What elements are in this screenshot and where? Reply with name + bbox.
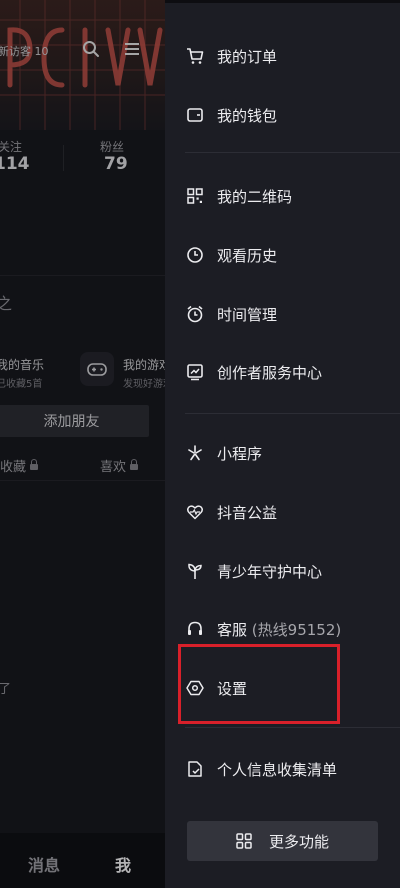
- highlight-box: [178, 644, 340, 724]
- chart-icon: [186, 363, 204, 381]
- overlay-dim[interactable]: [0, 0, 165, 888]
- menu-item-label: 我的二维码: [217, 187, 293, 206]
- separator: [185, 152, 400, 153]
- more-functions-label: 更多功能: [269, 833, 330, 851]
- menu-item-label: 个人信息收集清单: [217, 760, 338, 779]
- side-drawer: 我的订单 我的钱包 我的二维码 观看历史 时间管理 创作者服务中心 小程序 抖音…: [165, 0, 400, 888]
- menu-item-label: 小程序: [217, 444, 263, 463]
- menu-item-personal-info-list[interactable]: 个人信息收集清单: [165, 749, 400, 789]
- menu-item-label: 客服 (热线95152): [217, 619, 341, 640]
- alarm-icon: [186, 305, 204, 323]
- sprout-icon: [186, 562, 204, 580]
- menu-item-qrcode[interactable]: 我的二维码: [165, 176, 400, 216]
- headset-icon: [186, 620, 204, 638]
- clock-icon: [186, 246, 204, 264]
- menu-item-label: 我的钱包: [217, 106, 278, 125]
- hotline-text: (热线95152): [251, 620, 342, 639]
- profile-background: 新访客 10 关注 114 粉丝 79 之 我的音乐 已收藏5首 我的游戏 发现…: [0, 0, 165, 888]
- menu-item-time-management[interactable]: 时间管理: [165, 294, 400, 334]
- document-icon: [186, 760, 204, 778]
- heart-icon: [186, 503, 204, 521]
- menu-item-label: 我的订单: [217, 47, 278, 66]
- menu-item-watch-history[interactable]: 观看历史: [165, 235, 400, 275]
- menu-item-creator-center[interactable]: 创作者服务中心: [165, 352, 400, 392]
- menu-item-youth-protection[interactable]: 青少年守护中心: [165, 551, 400, 591]
- menu-item-label: 创作者服务中心: [217, 363, 323, 382]
- customer-service-label: 客服: [217, 620, 248, 639]
- cart-icon: [186, 47, 204, 65]
- menu-item-wallet[interactable]: 我的钱包: [165, 95, 400, 135]
- wallet-icon: [186, 106, 204, 124]
- grid-icon: [236, 833, 252, 849]
- menu-item-label: 青少年守护中心: [217, 562, 323, 581]
- menu-item-label: 观看历史: [217, 246, 278, 265]
- more-functions-button[interactable]: 更多功能: [187, 821, 378, 861]
- menu-item-label: 时间管理: [217, 305, 278, 324]
- menu-item-orders[interactable]: 我的订单: [165, 36, 400, 76]
- qrcode-icon: [186, 187, 204, 205]
- status-bar-strip: [165, 0, 400, 3]
- menu-item-label: 抖音公益: [217, 503, 278, 522]
- menu-item-mini-programs[interactable]: 小程序: [165, 433, 400, 473]
- menu-item-charity[interactable]: 抖音公益: [165, 492, 400, 532]
- separator: [185, 413, 400, 414]
- menu-item-customer-service[interactable]: 客服 (热线95152): [165, 609, 400, 649]
- separator: [185, 727, 400, 728]
- asterisk-icon: [186, 444, 204, 462]
